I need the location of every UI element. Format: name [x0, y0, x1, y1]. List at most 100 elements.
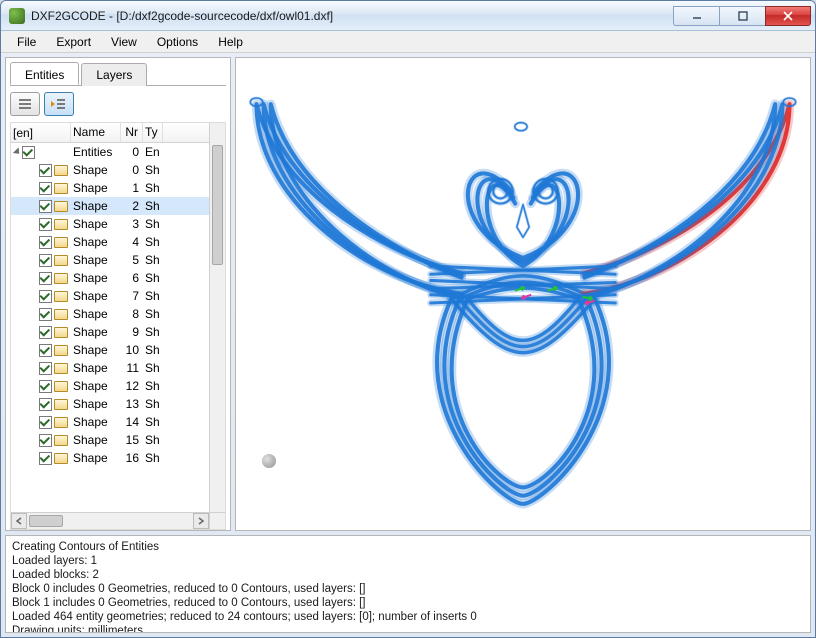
folder-icon — [54, 327, 68, 338]
scroll-right-button[interactable] — [193, 513, 209, 529]
folder-icon — [54, 309, 68, 320]
tree-row[interactable]: Shape2Sh — [11, 197, 225, 215]
cell-name: Entities — [71, 145, 121, 159]
checkbox[interactable] — [39, 308, 52, 321]
expand-all-button[interactable] — [44, 92, 74, 116]
menu-file[interactable]: File — [7, 32, 46, 52]
checkbox[interactable] — [39, 236, 52, 249]
tree-body[interactable]: Entities0EnShape0ShShape1ShShape2ShShape… — [11, 143, 225, 529]
checkbox[interactable] — [39, 344, 52, 357]
drawing-canvas[interactable] — [235, 57, 811, 531]
checkbox[interactable] — [39, 452, 52, 465]
log-line: Block 0 includes 0 Geometries, reduced t… — [12, 582, 804, 596]
cell-name: Shape — [71, 307, 121, 321]
folder-icon — [54, 183, 68, 194]
minimize-icon — [692, 11, 702, 21]
cell-nr: 7 — [121, 289, 143, 303]
cell-name: Shape — [71, 361, 121, 375]
checkbox[interactable] — [39, 272, 52, 285]
cell-nr: 5 — [121, 253, 143, 267]
checkbox[interactable] — [39, 362, 52, 375]
menu-export[interactable]: Export — [46, 32, 101, 52]
tree-row[interactable]: Shape15Sh — [11, 431, 225, 449]
checkbox[interactable] — [39, 182, 52, 195]
scroll-corner — [209, 512, 225, 529]
tree-row[interactable]: Shape16Sh — [11, 449, 225, 467]
minimize-button[interactable] — [673, 6, 719, 26]
checkbox[interactable] — [39, 164, 52, 177]
folder-icon — [54, 435, 68, 446]
vertical-scroll-thumb[interactable] — [212, 145, 223, 265]
expand-icon[interactable] — [13, 147, 22, 156]
tree-row[interactable]: Shape3Sh — [11, 215, 225, 233]
tree-row[interactable]: Shape7Sh — [11, 287, 225, 305]
cell-nr: 6 — [121, 271, 143, 285]
menu-options[interactable]: Options — [147, 32, 208, 52]
checkbox[interactable] — [39, 416, 52, 429]
tree-row[interactable]: Shape5Sh — [11, 251, 225, 269]
col-type[interactable]: Ty — [143, 123, 163, 142]
scroll-left-button[interactable] — [11, 513, 27, 529]
folder-icon — [54, 273, 68, 284]
checkbox[interactable] — [39, 290, 52, 303]
checkbox[interactable] — [39, 326, 52, 339]
checkbox[interactable] — [39, 398, 52, 411]
cell-name: Shape — [71, 181, 121, 195]
vertical-scrollbar[interactable] — [209, 123, 225, 512]
menu-help[interactable]: Help — [208, 32, 253, 52]
log-line: Creating Contours of Entities — [12, 540, 804, 554]
cell-name: Shape — [71, 343, 121, 357]
cell-type: Sh — [143, 271, 163, 285]
tree-row[interactable]: Shape9Sh — [11, 323, 225, 341]
cell-nr: 8 — [121, 307, 143, 321]
log-line: Loaded blocks: 2 — [12, 568, 804, 582]
col-nr[interactable]: Nr — [121, 123, 143, 142]
tab-layers[interactable]: Layers — [81, 63, 147, 86]
tree-row[interactable]: Shape6Sh — [11, 269, 225, 287]
cell-type: Sh — [143, 217, 163, 231]
maximize-button[interactable] — [719, 6, 765, 26]
tree-row[interactable]: Shape12Sh — [11, 377, 225, 395]
tree-row[interactable]: Shape11Sh — [11, 359, 225, 377]
log-panel[interactable]: Creating Contours of EntitiesLoaded laye… — [5, 535, 811, 633]
titlebar: DXF2GCODE - [D:/dxf2gcode-sourcecode/dxf… — [1, 1, 815, 31]
checkbox[interactable] — [39, 200, 52, 213]
tree-row[interactable]: Shape8Sh — [11, 305, 225, 323]
menu-view[interactable]: View — [101, 32, 147, 52]
cell-name: Shape — [71, 325, 121, 339]
cell-type: Sh — [143, 253, 163, 267]
app-icon — [9, 8, 25, 24]
cell-nr: 13 — [121, 397, 143, 411]
cell-type: Sh — [143, 235, 163, 249]
cell-nr: 3 — [121, 217, 143, 231]
checkbox[interactable] — [39, 380, 52, 393]
cell-type: Sh — [143, 289, 163, 303]
cell-name: Shape — [71, 451, 121, 465]
checkbox[interactable] — [39, 254, 52, 267]
col-enabled[interactable]: [en] — [11, 123, 71, 142]
checkbox[interactable] — [39, 434, 52, 447]
tree-row[interactable]: Shape14Sh — [11, 413, 225, 431]
horizontal-scrollbar[interactable] — [11, 512, 209, 529]
cell-name: Shape — [71, 397, 121, 411]
tab-entities[interactable]: Entities — [10, 62, 79, 85]
checkbox[interactable] — [39, 218, 52, 231]
tree-row[interactable]: Shape4Sh — [11, 233, 225, 251]
col-name[interactable]: Name — [71, 123, 121, 142]
cell-nr: 15 — [121, 433, 143, 447]
tree-row[interactable]: Shape10Sh — [11, 341, 225, 359]
collapse-all-button[interactable] — [10, 92, 40, 116]
tree-row[interactable]: Shape13Sh — [11, 395, 225, 413]
checkbox[interactable] — [22, 146, 35, 159]
cell-name: Shape — [71, 433, 121, 447]
cell-nr: 11 — [121, 361, 143, 375]
close-button[interactable] — [765, 6, 811, 26]
tree-row[interactable]: Shape1Sh — [11, 179, 225, 197]
tree-row[interactable]: Shape0Sh — [11, 161, 225, 179]
horizontal-scroll-thumb[interactable] — [29, 515, 63, 527]
folder-icon — [54, 165, 68, 176]
folder-icon — [54, 417, 68, 428]
view-marker-icon — [262, 454, 276, 468]
tree-root-row[interactable]: Entities0En — [11, 143, 225, 161]
window-title: DXF2GCODE - [D:/dxf2gcode-sourcecode/dxf… — [31, 9, 333, 23]
